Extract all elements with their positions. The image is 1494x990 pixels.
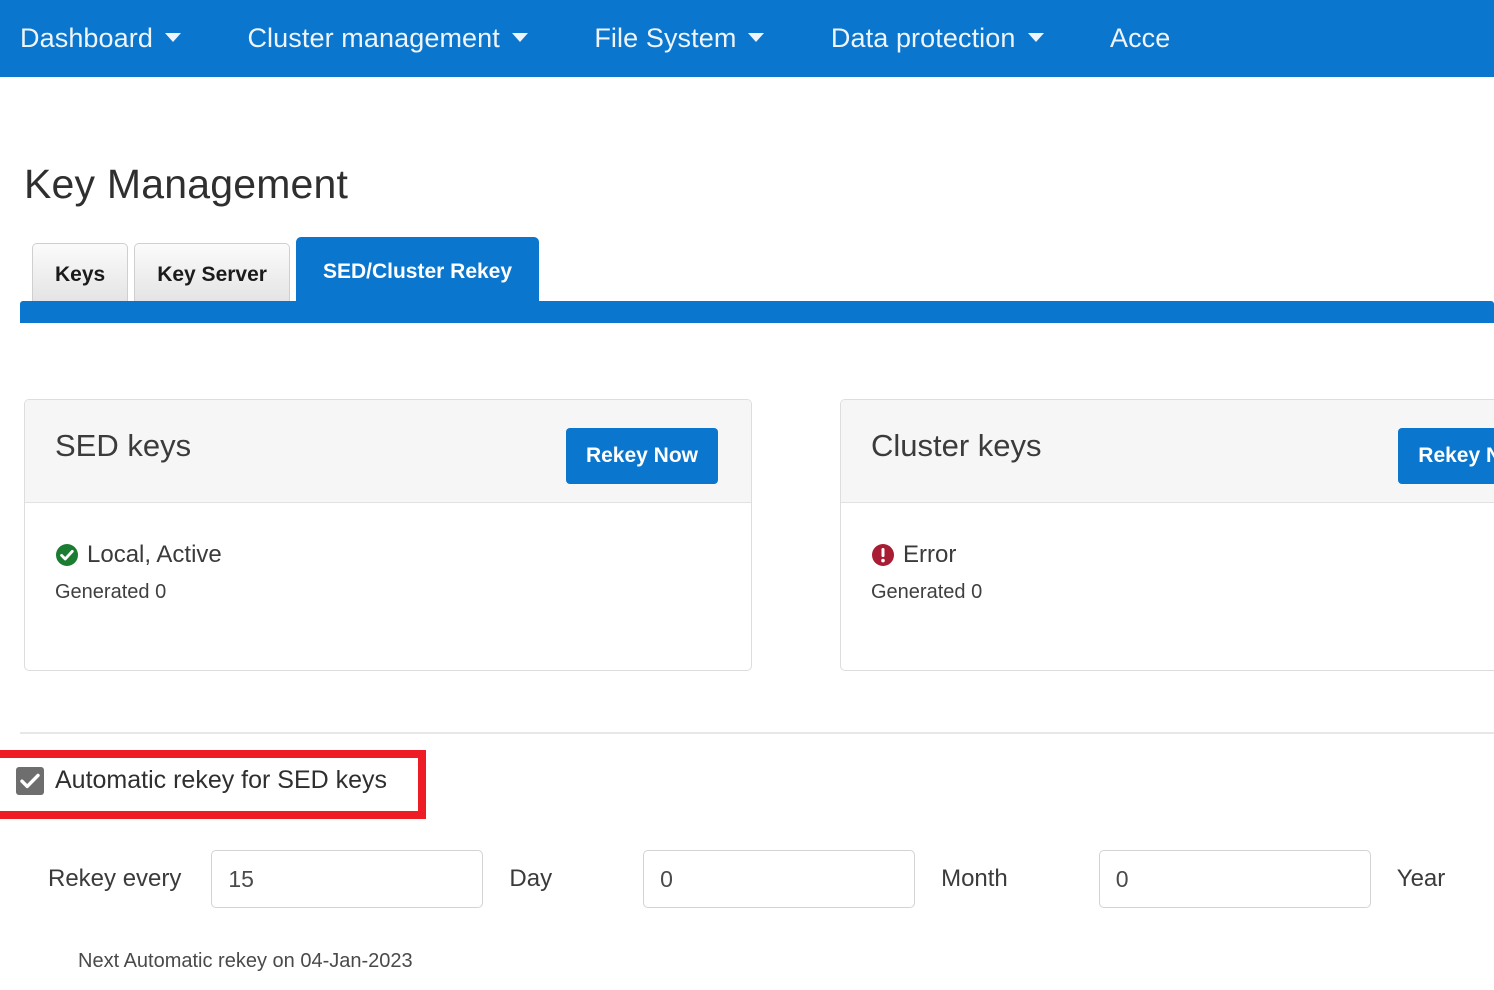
rekey-interval-form: Rekey every Day Month Year bbox=[48, 850, 1445, 908]
sed-generated-count: Generated 0 bbox=[55, 581, 167, 603]
section-divider bbox=[20, 732, 1494, 734]
rekey-month-input[interactable] bbox=[643, 850, 916, 908]
nav-item-access-control[interactable]: Acce bbox=[1110, 0, 1170, 77]
sed-keys-card: SED keys Rekey Now Local, Active Generat… bbox=[24, 399, 752, 671]
tab-label: Key Server bbox=[157, 263, 267, 286]
nav-item-label: Data protection bbox=[830, 23, 1016, 53]
automatic-rekey-checkbox[interactable] bbox=[16, 766, 44, 795]
cluster-keys-title: Cluster keys bbox=[871, 428, 1042, 463]
chevron-down-icon bbox=[165, 33, 181, 43]
nav-item-label: Dashboard bbox=[20, 23, 153, 53]
nav-item-cluster-management[interactable]: Cluster management bbox=[247, 0, 528, 77]
error-circle-icon bbox=[872, 544, 894, 566]
chevron-down-icon bbox=[748, 33, 765, 43]
check-circle-icon bbox=[56, 544, 78, 566]
cluster-keys-card-header: Cluster keys Rekey No bbox=[841, 400, 1494, 503]
automatic-rekey-checkbox-row[interactable]: Automatic rekey for SED keys bbox=[16, 766, 387, 795]
day-unit-label: Day bbox=[509, 865, 553, 892]
tab-keys[interactable]: Keys bbox=[32, 243, 129, 307]
top-navbar: Dashboard Cluster management File System… bbox=[0, 0, 1494, 77]
sed-rekey-now-button[interactable]: Rekey Now bbox=[565, 428, 718, 484]
cluster-generated-count: Generated 0 bbox=[871, 581, 983, 603]
tab-bar: Keys Key Server SED/Cluster Rekey bbox=[32, 237, 545, 307]
cluster-rekey-now-button[interactable]: Rekey No bbox=[1398, 428, 1494, 484]
sed-status-row: Local, Active bbox=[55, 543, 751, 567]
tab-sed-cluster-rekey[interactable]: SED/Cluster Rekey bbox=[295, 237, 540, 307]
nav-item-dashboard[interactable]: Dashboard bbox=[20, 0, 181, 77]
next-automatic-rekey-text: Next Automatic rekey on 04-Jan-2023 bbox=[78, 950, 413, 972]
page-title: Key Management bbox=[24, 161, 349, 208]
cluster-keys-card: Cluster keys Rekey No Error Generated 0 bbox=[840, 399, 1494, 671]
checkmark-icon bbox=[20, 773, 40, 788]
rekey-year-input[interactable] bbox=[1098, 850, 1371, 908]
cluster-status-text: Error bbox=[903, 541, 957, 568]
sed-keys-title: SED keys bbox=[55, 428, 192, 463]
nav-item-label: Acce bbox=[1109, 23, 1171, 53]
chevron-down-icon bbox=[511, 33, 528, 43]
tab-key-server[interactable]: Key Server bbox=[134, 243, 290, 307]
tab-strip-accent bbox=[20, 301, 1494, 323]
chevron-down-icon bbox=[1027, 33, 1044, 43]
sed-keys-card-body: Local, Active Generated 0 bbox=[25, 503, 751, 604]
year-unit-label: Year bbox=[1396, 865, 1446, 892]
nav-item-file-system[interactable]: File System bbox=[594, 0, 765, 77]
tab-label: SED/Cluster Rekey bbox=[322, 260, 513, 283]
automatic-rekey-label: Automatic rekey for SED keys bbox=[55, 766, 388, 794]
rekey-day-input[interactable] bbox=[211, 850, 484, 908]
cluster-status-row: Error bbox=[871, 543, 1494, 567]
nav-item-data-protection[interactable]: Data protection bbox=[831, 0, 1044, 77]
nav-item-label: File System bbox=[594, 23, 737, 53]
cluster-keys-card-body: Error Generated 0 bbox=[841, 503, 1494, 604]
sed-keys-card-header: SED keys Rekey Now bbox=[25, 400, 751, 503]
sed-status-text: Local, Active bbox=[87, 541, 222, 568]
nav-item-label: Cluster management bbox=[247, 23, 500, 53]
tab-label: Keys bbox=[55, 263, 106, 286]
rekey-every-label: Rekey every bbox=[48, 865, 182, 892]
month-unit-label: Month bbox=[941, 865, 1008, 892]
